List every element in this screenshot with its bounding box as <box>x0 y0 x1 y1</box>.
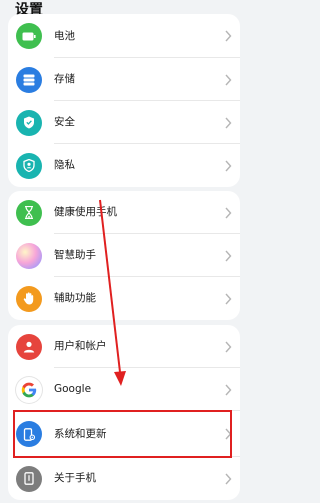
storage-icon <box>16 66 42 93</box>
chevron-right-icon <box>225 341 232 352</box>
settings-item-label: 用户和帐户 <box>54 340 107 352</box>
settings-item-label: 健康使用手机 <box>54 206 117 218</box>
chevron-right-icon <box>225 293 232 304</box>
system-update-icon <box>16 421 42 447</box>
settings-group-device: 电池 存储 安全 隐私 <box>8 14 240 187</box>
settings-item-label: 系统和更新 <box>54 428 107 440</box>
settings-group-system: 用户和帐户 Google 系统和更新 关于手机 <box>8 325 240 500</box>
chevron-right-icon <box>225 384 232 395</box>
settings-item-label: 安全 <box>54 116 75 128</box>
settings-item-label: 辅助功能 <box>54 292 96 304</box>
settings-item-label: 隐私 <box>54 159 75 171</box>
hourglass-icon <box>16 199 42 226</box>
chevron-right-icon <box>225 160 232 171</box>
assistant-orb-icon <box>16 242 42 269</box>
settings-item-battery[interactable]: 电池 <box>8 14 240 58</box>
phone-icon <box>16 465 42 492</box>
settings-item-digital-health[interactable]: 健康使用手机 <box>8 191 240 234</box>
google-icon <box>16 376 42 403</box>
user-icon <box>16 333 42 360</box>
settings-item-label: 电池 <box>54 30 75 42</box>
settings-item-accounts[interactable]: 用户和帐户 <box>8 325 240 368</box>
chevron-right-icon <box>225 74 232 85</box>
settings-item-google[interactable]: Google <box>8 368 240 411</box>
shield-icon <box>16 109 42 136</box>
settings-group-assist: 健康使用手机 智慧助手 辅助功能 <box>8 191 240 320</box>
settings-item-storage[interactable]: 存储 <box>8 58 240 101</box>
settings-item-label: Google <box>54 383 92 395</box>
chevron-right-icon <box>225 250 232 261</box>
settings-item-label: 关于手机 <box>54 472 96 484</box>
chevron-right-icon <box>225 117 232 128</box>
settings-item-assistant[interactable]: 智慧助手 <box>8 234 240 277</box>
privacy-icon <box>16 152 42 179</box>
chevron-right-icon <box>225 30 232 42</box>
chevron-right-icon <box>225 428 232 440</box>
chevron-right-icon <box>225 473 232 484</box>
settings-item-security[interactable]: 安全 <box>8 101 240 144</box>
settings-item-label: 智慧助手 <box>54 249 96 261</box>
settings-item-privacy[interactable]: 隐私 <box>8 144 240 187</box>
battery-icon <box>16 23 42 49</box>
settings-item-about-phone[interactable]: 关于手机 <box>8 457 240 500</box>
chevron-right-icon <box>225 207 232 218</box>
settings-item-system-update[interactable]: 系统和更新 <box>8 411 240 457</box>
hand-icon <box>16 285 42 312</box>
settings-item-label: 存储 <box>54 73 75 85</box>
settings-item-accessibility[interactable]: 辅助功能 <box>8 277 240 320</box>
